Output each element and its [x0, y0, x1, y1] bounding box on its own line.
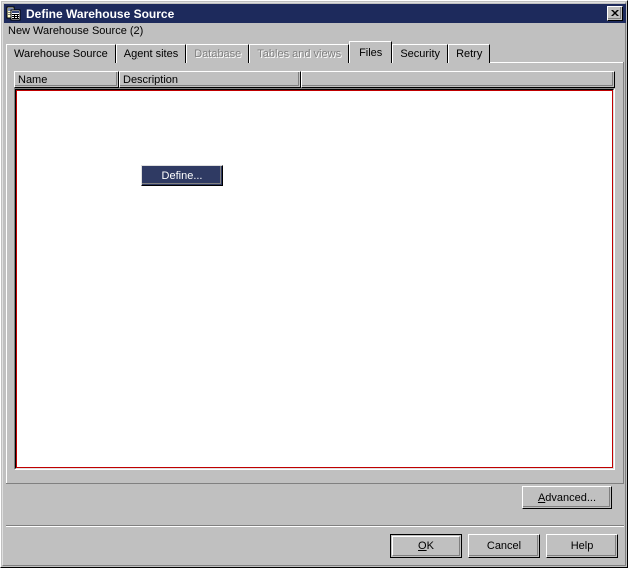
tab-strip: Warehouse Source Agent sites Database Ta…	[6, 41, 624, 63]
file-list-inner: Define...	[15, 89, 614, 469]
window-title: Define Warehouse Source	[26, 6, 175, 21]
tab-label: Security	[400, 48, 441, 60]
title-bar[interactable]: Define Warehouse Source	[4, 4, 626, 23]
column-header-label: Name	[18, 73, 48, 86]
close-icon[interactable]	[607, 6, 623, 21]
advanced-button[interactable]: Advanced...	[522, 486, 612, 509]
column-header-description[interactable]: Description	[119, 71, 301, 88]
warehouse-source-icon	[6, 6, 22, 22]
tab-label: Agent sites	[123, 48, 179, 60]
tab-label: Tables and views	[257, 48, 342, 60]
tab-warehouse-source[interactable]: Warehouse Source	[6, 44, 116, 63]
tab-tables-and-views: Tables and views	[249, 44, 350, 63]
define-warehouse-source-dialog: Define Warehouse Source New Warehouse So…	[0, 0, 628, 568]
column-header-blank[interactable]	[301, 71, 615, 88]
tab-label: Warehouse Source	[14, 48, 108, 60]
tab-security[interactable]: Security	[392, 44, 449, 63]
file-list-focus-border: Define...	[16, 90, 613, 468]
help-button[interactable]: Help	[546, 534, 618, 558]
tab-retry[interactable]: Retry	[448, 44, 491, 63]
file-list-header: Name Description	[14, 71, 615, 88]
tab-label: Database	[194, 48, 242, 60]
cancel-button-label: Cancel	[486, 540, 522, 552]
column-header-name[interactable]: Name	[14, 71, 119, 88]
advanced-button-label: Advanced...	[537, 491, 597, 504]
tab-agent-sites[interactable]: Agent sites	[115, 44, 187, 63]
file-list[interactable]: Define...	[14, 88, 615, 470]
dialog-subtitle: New Warehouse Source (2)	[8, 25, 144, 37]
footer-separator	[6, 525, 624, 527]
tab-label: Files	[359, 46, 383, 59]
ok-button[interactable]: OK	[390, 534, 462, 558]
tab-database: Database	[186, 44, 250, 63]
help-button-label: Help	[570, 540, 594, 552]
column-header-label: Description	[123, 73, 179, 86]
ok-button-label: OK	[418, 540, 434, 552]
cancel-button[interactable]: Cancel	[468, 534, 540, 558]
define-button[interactable]: Define...	[141, 165, 223, 186]
tab-label: Retry	[456, 48, 483, 60]
define-button-label: Define...	[161, 169, 203, 182]
tab-files[interactable]: Files	[349, 41, 393, 63]
